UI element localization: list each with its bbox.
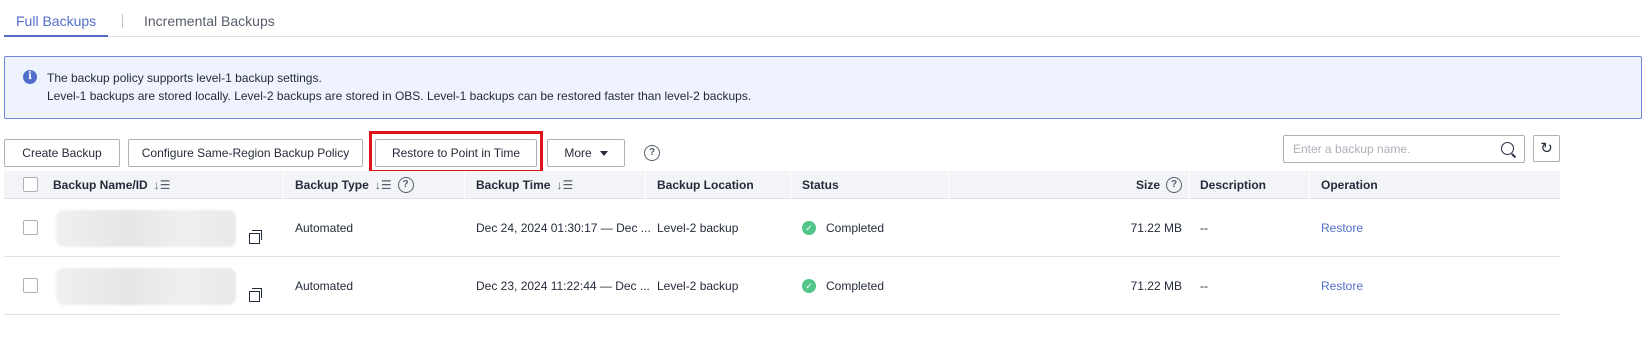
info-banner: i The backup policy supports level-1 bac…	[4, 56, 1642, 119]
help-icon[interactable]: ?	[397, 176, 414, 193]
copy-icon[interactable]	[249, 230, 262, 244]
column-header-status: Status	[802, 178, 839, 192]
status-label: Completed	[826, 221, 885, 235]
more-button-label: More	[564, 146, 592, 160]
column-header-label: Backup Type	[295, 178, 369, 192]
backup-type-cell: Automated	[295, 221, 354, 235]
copy-icon[interactable]	[249, 288, 262, 302]
backup-tabs: Full Backups Incremental Backups	[4, 0, 1640, 37]
tab-incremental-backups[interactable]: Incremental Backups	[144, 12, 275, 30]
size-cell: 71.22 MB	[1130, 221, 1182, 235]
filter-icon[interactable]: ↓☰	[375, 171, 392, 199]
backup-location-cell: Level-2 backup	[657, 221, 739, 235]
select-all-checkbox[interactable]	[23, 177, 38, 192]
backup-time-cell: Dec 23, 2024 11:22:44 — Dec ...	[476, 279, 650, 293]
backup-type-cell: Automated	[295, 279, 354, 293]
sort-icon[interactable]: ↓☰	[154, 171, 171, 199]
create-backup-button[interactable]: Create Backup	[4, 139, 120, 167]
column-header-operation: Operation	[1321, 178, 1378, 192]
row-checkbox[interactable]	[23, 220, 38, 235]
refresh-button[interactable]: ↻	[1533, 135, 1560, 162]
info-banner-line-2: Level-1 backups are stored locally. Leve…	[47, 89, 752, 103]
size-cell: 71.22 MB	[1130, 279, 1182, 293]
status-label: Completed	[826, 279, 885, 293]
column-header-backup-location: Backup Location	[657, 178, 754, 192]
column-header-label: Backup Time	[476, 178, 551, 192]
backup-name-redacted	[56, 210, 236, 247]
search-box	[1283, 135, 1525, 163]
restore-to-point-in-time-button[interactable]: Restore to Point in Time	[375, 139, 537, 167]
column-header-backup-name[interactable]: Backup Name/ID ↓☰	[53, 171, 170, 199]
column-divider	[1309, 171, 1310, 199]
configure-backup-policy-button[interactable]: Configure Same-Region Backup Policy	[128, 139, 363, 167]
sort-icon[interactable]: ↓☰	[556, 171, 573, 199]
info-banner-line-1: The backup policy supports level-1 backu…	[47, 71, 322, 85]
column-divider	[1189, 171, 1190, 199]
column-divider	[464, 171, 465, 199]
column-header-backup-time[interactable]: Backup Time ↓☰	[476, 171, 573, 199]
backup-name-redacted	[56, 268, 236, 305]
check-circle-icon: ✓	[802, 220, 816, 235]
column-divider	[790, 171, 791, 199]
column-header-description: Description	[1200, 178, 1267, 192]
caret-down-icon	[599, 151, 608, 157]
row-checkbox[interactable]	[23, 278, 38, 293]
column-divider	[948, 171, 949, 199]
column-header-size: Size?	[1136, 171, 1183, 199]
help-icon[interactable]: ?	[1166, 176, 1183, 193]
tab-divider	[122, 14, 123, 28]
tab-full-backups[interactable]: Full Backups	[16, 12, 96, 30]
backup-search-input[interactable]	[1284, 136, 1494, 162]
backup-location-cell: Level-2 backup	[657, 279, 739, 293]
status-cell: ✓ Completed	[802, 199, 884, 257]
restore-link[interactable]: Restore	[1321, 199, 1363, 257]
help-icon[interactable]: ?	[644, 145, 660, 161]
active-tab-indicator	[4, 35, 108, 37]
backup-time-cell: Dec 24, 2024 01:30:17 — Dec ...	[476, 221, 651, 235]
table-row: Automated Dec 24, 2024 01:30:17 — Dec ..…	[4, 199, 1560, 257]
table-row: Automated Dec 23, 2024 11:22:44 — Dec ..…	[4, 257, 1560, 315]
check-circle-icon: ✓	[802, 278, 816, 293]
restore-link[interactable]: Restore	[1321, 257, 1363, 315]
column-header-backup-type: Backup Type ↓☰?	[295, 171, 414, 199]
column-divider	[283, 171, 284, 199]
info-icon: i	[23, 70, 37, 84]
more-button[interactable]: More	[547, 139, 625, 167]
column-header-label: Size	[1136, 178, 1161, 192]
description-cell: --	[1200, 279, 1208, 293]
table-header: Backup Name/ID ↓☰ Backup Type ↓☰? Backup T…	[4, 171, 1560, 199]
status-cell: ✓ Completed	[802, 257, 884, 315]
column-header-label: Backup Name/ID	[53, 178, 148, 192]
description-cell: --	[1200, 221, 1208, 235]
column-divider	[645, 171, 646, 199]
search-icon[interactable]	[1501, 142, 1514, 155]
